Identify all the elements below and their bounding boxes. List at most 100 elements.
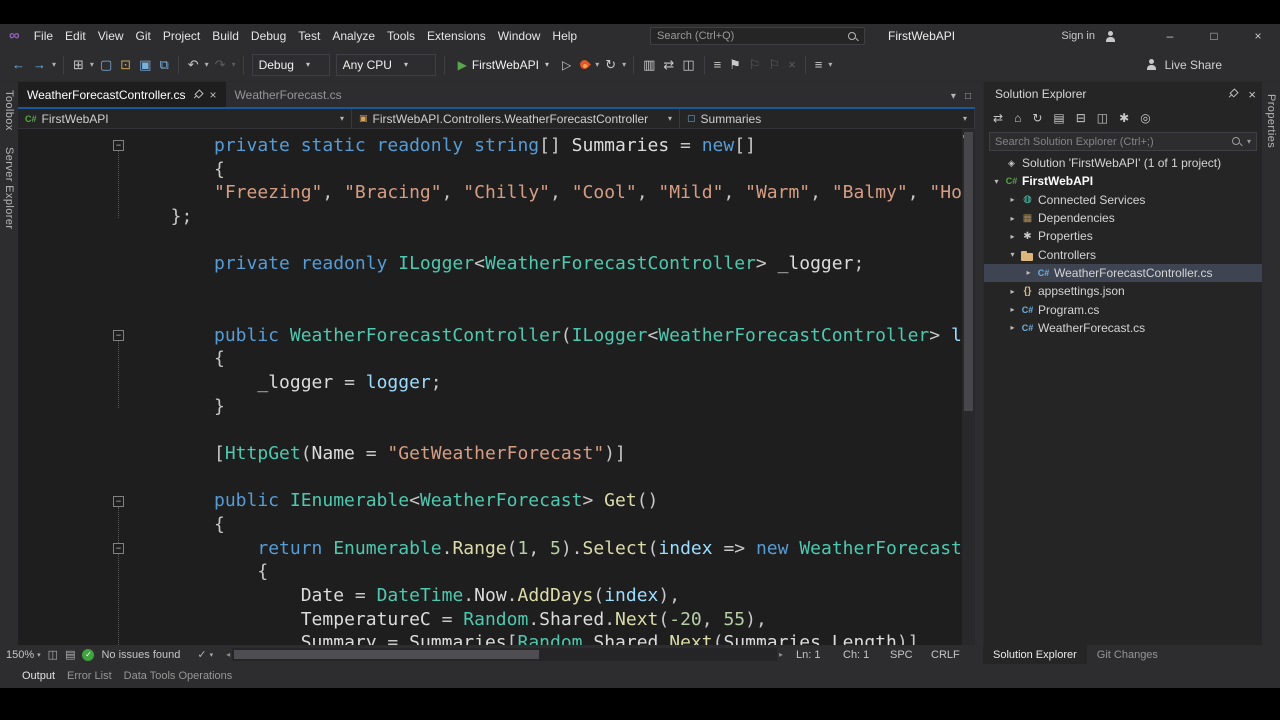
menu-tools[interactable]: Tools [381, 24, 421, 48]
code-cleanup-button[interactable]: ✓ ▾ [197, 648, 213, 661]
expander-collapsed-icon[interactable]: ▸ [1006, 305, 1019, 314]
refresh-icon[interactable]: ↻ [1032, 111, 1042, 125]
tree-item-solution-firstwebapi-1-of-1-project[interactable]: ◈ Solution 'FirstWebAPI' (1 of 1 project) [984, 154, 1262, 172]
code-map-icon[interactable]: ◫ [678, 54, 698, 76]
editor-vertical-scrollbar[interactable] [962, 129, 975, 645]
zoom-control[interactable]: 150% ▾ [6, 649, 41, 661]
scroll-left-icon[interactable]: ◂ [226, 650, 230, 659]
tree-item-properties[interactable]: ▸ ✱ Properties [984, 227, 1262, 245]
bottom-tab-output[interactable]: Output [22, 670, 55, 682]
panel-tab-git-changes[interactable]: Git Changes [1087, 645, 1168, 664]
tree-item-controllers[interactable]: ▾ Controllers [984, 245, 1262, 263]
expander-collapsed-icon[interactable]: ▸ [1006, 323, 1019, 332]
horizontal-scrollbar-thumb[interactable] [234, 650, 540, 659]
panel-tab-solution-explorer[interactable]: Solution Explorer [983, 645, 1087, 664]
restart-icon[interactable]: ↻ [601, 54, 620, 76]
home-icon[interactable]: ⌂ [1014, 111, 1021, 125]
start-debugging-button[interactable]: ▶ FirstWebAPI ▾ [454, 58, 553, 72]
close-panel-icon[interactable]: × [1248, 87, 1256, 102]
toolbar-options-dropdown-icon[interactable]: ▾ [826, 60, 834, 69]
window-switch-dropdown-icon[interactable]: ▾ [88, 60, 96, 69]
sign-in-link[interactable]: Sign in [1061, 30, 1095, 42]
solution-configurations-dropdown[interactable]: Debug ▾ [251, 53, 330, 76]
toolbar-options-icon[interactable]: ≡ [811, 54, 827, 76]
navigate-forward-dropdown-icon[interactable]: ▾ [50, 60, 58, 69]
quick-search-box[interactable]: Search (Ctrl+Q) [650, 27, 865, 45]
user-avatar-icon[interactable] [1104, 30, 1118, 43]
expander-collapsed-icon[interactable]: ▸ [1006, 287, 1019, 296]
menu-edit[interactable]: Edit [59, 24, 92, 48]
navigate-backward-icon[interactable]: ← [8, 54, 29, 76]
save-all-icon[interactable]: ⧉ [155, 54, 172, 76]
document-outline-icon[interactable]: ▤ [65, 648, 75, 661]
code-editor[interactable]: − − − − private static readonly string[] Su… [18, 129, 975, 645]
navbar-project-dropdown[interactable]: C# FirstWebAPI ▾ [18, 109, 352, 128]
solution-platforms-dropdown[interactable]: Any CPU ▾ [335, 53, 436, 76]
close-button[interactable]: × [1236, 24, 1280, 48]
sync-with-active-document-icon[interactable]: ⇄ [993, 111, 1003, 125]
side-tab-toolbox[interactable]: Toolbox [3, 90, 15, 131]
preview-selected-items-icon[interactable]: ◎ [1140, 111, 1150, 125]
properties-icon[interactable]: ✱ [1119, 111, 1129, 125]
solution-explorer-search-box[interactable]: Search Solution Explorer (Ctrl+;) ▾ [989, 132, 1257, 151]
undo-dropdown-icon[interactable]: ▾ [203, 60, 211, 69]
side-tab-properties[interactable]: Properties [1265, 94, 1277, 148]
side-tab-server-explorer[interactable]: Server Explorer [3, 147, 15, 229]
expander-expanded-icon[interactable]: ▾ [1006, 250, 1019, 259]
new-file-icon[interactable]: ▢ [96, 54, 116, 76]
show-all-files-icon[interactable]: ◫ [1097, 111, 1108, 125]
active-files-dropdown-icon[interactable]: ▾ [951, 91, 956, 102]
live-share-button[interactable]: Live Share [1145, 48, 1222, 81]
navbar-member-dropdown[interactable]: ▢ Summaries ▾ [680, 109, 975, 128]
menu-debug[interactable]: Debug [245, 24, 292, 48]
bottom-tab-error-list[interactable]: Error List [67, 670, 112, 682]
tree-item-dependencies[interactable]: ▸ ▦ Dependencies [984, 209, 1262, 227]
fold-collapse-marker[interactable]: − [113, 495, 124, 507]
tree-item-appsettings-json[interactable]: ▸ {} appsettings.json [984, 282, 1262, 300]
navbar-type-dropdown[interactable]: ▣ FirstWebAPI.Controllers.WeatherForecas… [352, 109, 680, 128]
hot-reload-icon[interactable] [579, 58, 590, 71]
tree-item-connected-services[interactable]: ▸ ◍ Connected Services [984, 191, 1262, 209]
save-icon[interactable]: ▣ [135, 54, 155, 76]
profiler-icon[interactable]: ▥ [639, 54, 659, 76]
navigate-forward-icon[interactable]: → [29, 54, 50, 76]
hot-reload-dropdown-icon[interactable]: ▾ [593, 60, 601, 69]
fold-collapse-marker[interactable]: − [113, 140, 124, 151]
bookmark-icon[interactable]: ⚑ [725, 54, 745, 76]
expander-collapsed-icon[interactable]: ▸ [1022, 268, 1035, 277]
minimize-button[interactable]: – [1148, 24, 1192, 48]
editor-horizontal-scrollbar[interactable]: ◂ ▸ [226, 645, 783, 664]
tree-item-firstwebapi[interactable]: ▾ C# FirstWebAPI [984, 172, 1262, 190]
menu-project[interactable]: Project [157, 24, 206, 48]
horizontal-scrollbar-track[interactable] [232, 648, 777, 661]
menu-extensions[interactable]: Extensions [421, 24, 492, 48]
expander-collapsed-icon[interactable]: ▸ [1006, 232, 1019, 241]
tree-item-program-cs[interactable]: ▸ C# Program.cs [984, 300, 1262, 318]
find-in-files-icon[interactable]: ⇄ [659, 54, 678, 76]
tree-item-weatherforecastcontroller-cs[interactable]: ▸ C# WeatherForecastController.cs [984, 263, 1262, 283]
menu-file[interactable]: File [28, 24, 59, 48]
menu-window[interactable]: Window [492, 24, 547, 48]
undo-icon[interactable]: ↶ [184, 54, 203, 76]
tab-weatherforecast-cs[interactable]: WeatherForecast.cs [226, 82, 351, 107]
menu-build[interactable]: Build [206, 24, 245, 48]
open-file-icon[interactable]: ⊡ [116, 54, 135, 76]
line-operations-icon[interactable]: ≡ [710, 54, 726, 76]
menu-test[interactable]: Test [292, 24, 326, 48]
menu-help[interactable]: Help [546, 24, 583, 48]
tab-weatherforecastcontroller-cs[interactable]: WeatherForecastController.cs × [18, 82, 226, 107]
fold-collapse-marker[interactable]: − [113, 542, 124, 554]
split-view-icon[interactable]: ◫ [48, 648, 58, 661]
expander-collapsed-icon[interactable]: ▸ [1006, 195, 1019, 204]
vertical-scrollbar-thumb[interactable] [964, 132, 973, 411]
menu-view[interactable]: View [92, 24, 130, 48]
fold-collapse-marker[interactable]: − [113, 329, 124, 341]
menu-analyze[interactable]: Analyze [326, 24, 381, 48]
float-tab-icon[interactable]: □ [965, 91, 971, 102]
redo-dropdown-icon[interactable]: ▾ [230, 60, 238, 69]
start-without-debugging-icon[interactable]: ▷ [557, 58, 576, 72]
restart-dropdown-icon[interactable]: ▾ [620, 60, 628, 69]
expander-collapsed-icon[interactable]: ▸ [1006, 214, 1019, 223]
pin-tab-icon[interactable] [190, 87, 204, 101]
window-switch-icon[interactable]: ⊞ [69, 54, 88, 76]
